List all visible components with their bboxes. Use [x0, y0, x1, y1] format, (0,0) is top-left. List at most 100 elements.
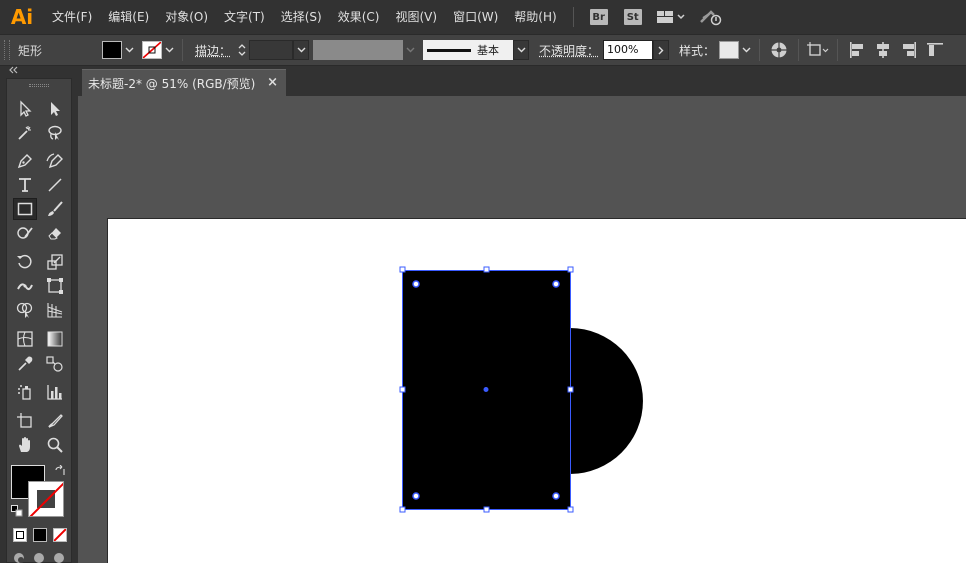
- app-logo: Ai: [10, 5, 34, 29]
- rotate-tool-icon[interactable]: [13, 251, 37, 273]
- corner-widget-top-left[interactable]: [412, 280, 420, 288]
- variable-width-profile[interactable]: [313, 40, 404, 60]
- corner-widget-bottom-left[interactable]: [412, 492, 420, 500]
- graphic-style-swatch[interactable]: [719, 41, 740, 59]
- brush-dropdown-chevron-icon[interactable]: [513, 40, 530, 60]
- paintbrush-tool-icon[interactable]: [43, 198, 67, 220]
- shape-builder-tool-icon[interactable]: [13, 299, 37, 321]
- align-right-icon[interactable]: [898, 39, 920, 61]
- blend-tool-icon[interactable]: [43, 353, 67, 375]
- handle-bottom-right[interactable]: [567, 506, 574, 513]
- opacity-arrow-icon[interactable]: [653, 40, 670, 60]
- gpu-performance-icon[interactable]: [699, 8, 723, 26]
- stroke-preview-line: [427, 48, 472, 52]
- swap-fill-stroke-icon[interactable]: [53, 464, 67, 479]
- type-tool-icon[interactable]: [13, 174, 37, 196]
- none-mode-button[interactable]: [53, 528, 67, 542]
- artwork-layer: [399, 266, 643, 513]
- eyedropper-tool-icon[interactable]: [13, 353, 37, 375]
- menu-select[interactable]: 选择(S): [273, 0, 330, 34]
- align-left-icon[interactable]: [846, 39, 868, 61]
- corner-widget-top-right[interactable]: [552, 280, 560, 288]
- curvature-tool-icon[interactable]: [43, 150, 67, 172]
- stock-button[interactable]: St: [623, 9, 642, 25]
- recolor-artwork-icon[interactable]: [768, 39, 790, 61]
- stroke-weight-input[interactable]: [249, 40, 294, 60]
- opacity-label[interactable]: 不透明度：: [539, 42, 599, 59]
- scale-tool-icon[interactable]: [43, 251, 67, 273]
- stroke-color-swatch[interactable]: [142, 41, 162, 59]
- lasso-tool-icon[interactable]: [43, 122, 67, 144]
- fill-dropdown-chevron-icon[interactable]: [122, 41, 136, 59]
- workspace-layout-icon[interactable]: [656, 10, 685, 24]
- line-segment-tool-icon[interactable]: [43, 174, 67, 196]
- brush-definition-label: 基本: [477, 44, 500, 57]
- handle-top-center[interactable]: [483, 266, 490, 273]
- default-fill-stroke-icon[interactable]: [11, 505, 23, 517]
- fill-color-swatch[interactable]: [102, 41, 122, 59]
- handle-bottom-center[interactable]: [483, 506, 490, 513]
- stroke-weight-spinner[interactable]: [235, 40, 249, 60]
- menu-view[interactable]: 视图(V): [387, 0, 445, 34]
- control-bar: 矩形 描边： 基本 不透明度： 100% 样式：: [0, 34, 966, 66]
- color-mode-button[interactable]: [13, 528, 27, 542]
- zoom-tool-icon[interactable]: [43, 434, 67, 456]
- handle-top-right[interactable]: [567, 266, 574, 273]
- variable-width-chevron-icon[interactable]: [403, 41, 417, 59]
- handle-middle-left[interactable]: [399, 386, 406, 393]
- magic-wand-tool-icon[interactable]: [13, 122, 37, 144]
- menu-type[interactable]: 文字(T): [216, 0, 273, 34]
- gradient-mode-button[interactable]: [33, 528, 47, 542]
- tool-panel-grip[interactable]: [29, 84, 49, 87]
- close-tab-icon[interactable]: ×: [267, 75, 278, 90]
- free-transform-tool-icon[interactable]: [43, 275, 67, 297]
- menu-help[interactable]: 帮助(H): [506, 0, 564, 34]
- none-slash-icon: [143, 42, 161, 58]
- stroke-swatch-large[interactable]: [28, 481, 64, 517]
- stroke-weight-label[interactable]: 描边：: [195, 42, 231, 59]
- opacity-input[interactable]: 100%: [603, 40, 654, 60]
- object-type-label: 矩形: [18, 43, 43, 58]
- slice-tool-icon[interactable]: [43, 410, 67, 432]
- selection-tool-icon[interactable]: [13, 98, 37, 120]
- collapse-arrows-icon: [9, 66, 18, 74]
- stroke-weight-dropdown-chevron-icon[interactable]: [293, 40, 310, 60]
- menu-effect[interactable]: 效果(C): [330, 0, 388, 34]
- shaper-tool-icon[interactable]: [13, 222, 37, 244]
- direct-selection-tool-icon[interactable]: [43, 98, 67, 120]
- menu-separator: [572, 7, 574, 27]
- corner-widget-bottom-right[interactable]: [552, 492, 560, 500]
- drawing-modes-icon[interactable]: [13, 550, 67, 563]
- handle-top-left[interactable]: [399, 266, 406, 273]
- pen-tool-icon[interactable]: [13, 150, 37, 172]
- none-slash-icon: [29, 482, 63, 516]
- stroke-dropdown-chevron-icon[interactable]: [162, 41, 176, 59]
- menu-object[interactable]: 对象(O): [157, 0, 216, 34]
- canvas-area[interactable]: [78, 96, 966, 563]
- symbol-sprayer-tool-icon[interactable]: [13, 381, 37, 403]
- perspective-grid-tool-icon[interactable]: [43, 299, 67, 321]
- handle-bottom-left[interactable]: [399, 506, 406, 513]
- width-tool-icon[interactable]: [13, 275, 37, 297]
- handle-middle-right[interactable]: [567, 386, 574, 393]
- align-to-selection-icon[interactable]: [807, 39, 829, 61]
- document-tab-title: 未标题-2* @ 51% (RGB/预览): [88, 76, 256, 91]
- artboard-tool-icon[interactable]: [13, 410, 37, 432]
- brush-definition[interactable]: 基本: [423, 40, 514, 60]
- menu-edit[interactable]: 编辑(E): [100, 0, 157, 34]
- eraser-tool-icon[interactable]: [43, 222, 67, 244]
- mesh-tool-icon[interactable]: [13, 328, 37, 350]
- align-top-icon[interactable]: [924, 39, 946, 61]
- hand-tool-icon[interactable]: [13, 434, 37, 456]
- menu-file[interactable]: 文件(F): [44, 0, 100, 34]
- half-circle-shape[interactable]: [570, 328, 643, 474]
- gradient-tool-icon[interactable]: [43, 328, 67, 350]
- menu-window[interactable]: 窗口(W): [445, 0, 506, 34]
- style-dropdown-chevron-icon[interactable]: [739, 41, 753, 59]
- tool-panel-collapse[interactable]: [0, 66, 78, 78]
- column-graph-tool-icon[interactable]: [43, 381, 67, 403]
- align-horizontal-center-icon[interactable]: [872, 39, 894, 61]
- rectangle-tool-icon[interactable]: [13, 198, 37, 220]
- bridge-button[interactable]: Br: [589, 9, 608, 25]
- document-tab[interactable]: 未标题-2* @ 51% (RGB/预览) ×: [82, 69, 286, 96]
